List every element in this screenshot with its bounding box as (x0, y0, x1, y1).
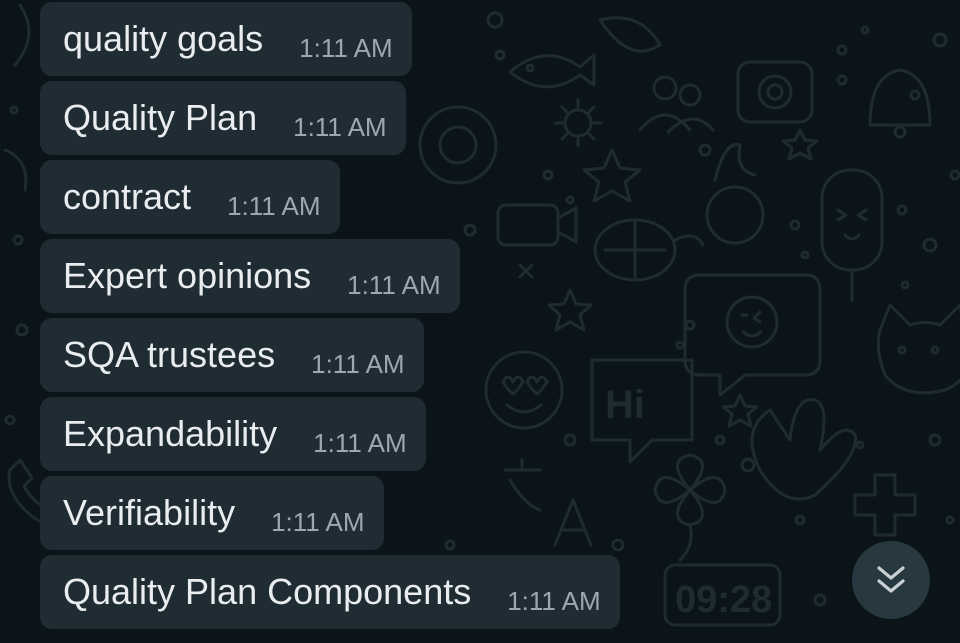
message-timestamp: 1:11 AM (271, 506, 365, 537)
message-timestamp: 1:11 AM (507, 585, 601, 616)
message-text: Verifiability (63, 492, 236, 533)
message-text: SQA trustees (63, 334, 276, 375)
message-bubble[interactable]: quality goals 1:11 AM (40, 2, 412, 76)
message-text: Quality Plan (63, 97, 258, 138)
message-text: quality goals (63, 18, 264, 59)
message-timestamp: 1:11 AM (299, 32, 393, 63)
message-timestamp: 1:11 AM (311, 348, 405, 379)
double-chevron-down-icon (877, 566, 905, 593)
clock-doodle-text: 09:28 (675, 579, 772, 621)
message-bubble[interactable]: Expert opinions 1:11 AM (40, 239, 460, 313)
message-bubble[interactable]: contract 1:11 AM (40, 160, 340, 234)
message-text: Expandability (63, 413, 278, 454)
scroll-to-bottom-button[interactable] (852, 541, 930, 619)
message-timestamp: 1:11 AM (347, 269, 441, 300)
message-bubble[interactable]: Expandability 1:11 AM (40, 397, 426, 471)
message-timestamp: 1:11 AM (227, 190, 321, 221)
message-timestamp: 1:11 AM (293, 111, 387, 142)
message-text: Quality Plan Components (63, 571, 472, 612)
message-bubble[interactable]: SQA trustees 1:11 AM (40, 318, 424, 392)
hi-doodle-text: Hi (605, 383, 645, 427)
message-bubble[interactable]: Verifiability 1:11 AM (40, 476, 384, 550)
message-timestamp: 1:11 AM (313, 427, 407, 458)
message-bubble[interactable]: Quality Plan Components 1:11 AM (40, 555, 620, 629)
message-text: Expert opinions (63, 255, 312, 296)
message-bubble[interactable]: Quality Plan 1:11 AM (40, 81, 406, 155)
message-text: contract (63, 176, 192, 217)
